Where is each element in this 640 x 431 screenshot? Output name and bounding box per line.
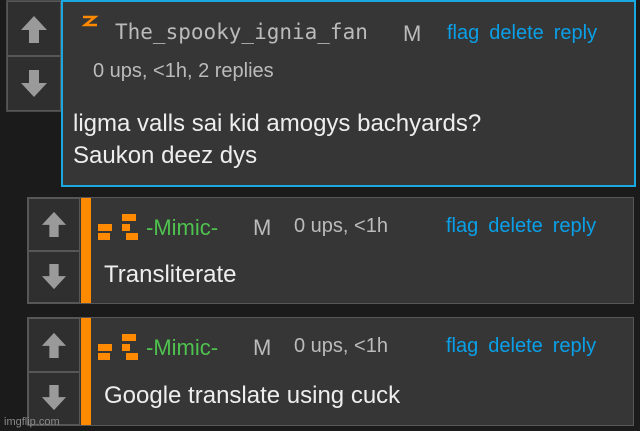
comment-actions: flag delete reply (447, 22, 597, 45)
reply-link[interactable]: reply (553, 335, 596, 358)
downvote-button[interactable] (28, 250, 80, 303)
comment-body-highlighted: The_spooky_ignia_fan M flag delete reply… (61, 0, 636, 187)
delete-link[interactable]: delete (488, 335, 543, 358)
delete-link[interactable]: delete (488, 215, 543, 238)
upvote-button[interactable] (28, 318, 80, 372)
comment-text-line: Transliterate (104, 261, 237, 288)
moderator-badge: M (403, 21, 422, 46)
upvote-button[interactable] (28, 198, 80, 251)
pixel-face-avatar-icon (98, 334, 138, 360)
vote-column (7, 1, 61, 111)
arrow-up-icon (41, 332, 67, 358)
flag-link[interactable]: flag (447, 22, 479, 45)
vote-column (28, 198, 80, 303)
arrow-down-icon (41, 385, 67, 411)
comment-text-line: ligma valls sai kid amogys bachyards? (73, 110, 482, 137)
reply-accent-bar (81, 318, 91, 425)
comment-1: The_spooky_ignia_fan M flag delete reply… (6, 0, 636, 187)
username[interactable]: -Mimic- (146, 335, 218, 361)
comment-2: -Mimic- M 0 ups, <1h flag delete reply T… (27, 197, 634, 304)
watermark: imgflip.com (4, 416, 60, 428)
arrow-up-icon (41, 212, 67, 238)
lightning-avatar-icon (81, 15, 99, 27)
arrow-up-icon (21, 15, 47, 43)
comment-3: -Mimic- M 0 ups, <1h flag delete reply G… (27, 317, 634, 426)
comment-text: ligma valls sai kid amogys bachyards? Sa… (73, 108, 481, 172)
flag-link[interactable]: flag (446, 215, 478, 238)
delete-link[interactable]: delete (489, 22, 544, 45)
vote-column (28, 318, 80, 425)
moderator-badge: M (253, 215, 272, 240)
arrow-down-icon (41, 263, 67, 289)
flag-link[interactable]: flag (446, 335, 478, 358)
comment-text: Google translate using cuck (104, 380, 400, 412)
moderator-badge: M (253, 335, 272, 360)
comment-text: Transliterate (104, 259, 237, 291)
upvote-button[interactable] (7, 1, 61, 56)
reply-accent-bar (81, 198, 91, 303)
reply-link[interactable]: reply (553, 215, 596, 238)
reply-link[interactable]: reply (554, 22, 597, 45)
comment-text-line: Google translate using cuck (104, 382, 401, 409)
username[interactable]: The_spooky_ignia_fan (115, 20, 368, 44)
pixel-face-avatar-icon (98, 214, 138, 240)
comment-text-line: Saukon deez dys (73, 142, 258, 169)
comment-actions: flag delete reply (446, 215, 596, 238)
comment-meta: 0 ups, <1h, 2 replies (93, 60, 274, 82)
comment-actions: flag delete reply (446, 335, 596, 358)
comment-meta: 0 ups, <1h (294, 215, 388, 237)
username[interactable]: -Mimic- (146, 215, 218, 241)
arrow-down-icon (21, 69, 47, 97)
downvote-button[interactable] (7, 56, 61, 111)
comment-meta: 0 ups, <1h (294, 335, 388, 357)
